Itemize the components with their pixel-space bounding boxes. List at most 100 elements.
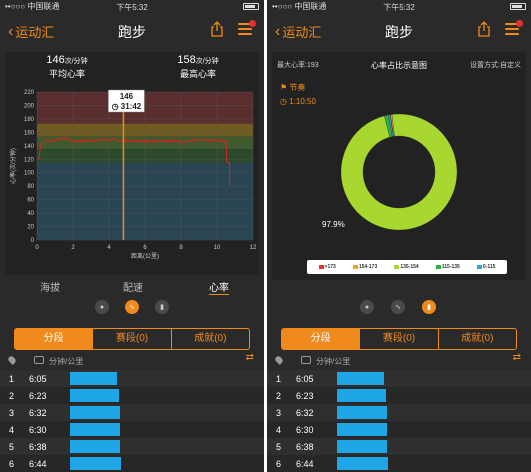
max-hr-unit: 次/分钟 <box>195 58 219 65</box>
segment-tab-splits[interactable]: 分段 <box>15 329 93 349</box>
split-list: 1 6:05 2 6:23 3 6:32 4 6:30 5 6:38 6 6:44 <box>0 370 264 472</box>
table-row: 3 6:32 <box>0 404 264 421</box>
pace-unit-label: 分钟/公里 <box>316 357 351 366</box>
sort-swap-icon[interactable]: ⇄ <box>513 353 521 363</box>
legend-item: 0-115 <box>476 264 496 270</box>
y-tick-label: 0 <box>31 238 35 244</box>
legend-label: 0-115 <box>482 264 496 270</box>
tab-pace[interactable]: 配速 <box>123 279 143 294</box>
row-pace: 6:44 <box>29 459 47 469</box>
pace-unit-label: 分钟/公里 <box>49 357 84 366</box>
menu-icon[interactable] <box>238 20 256 35</box>
y-tick-label: 140 <box>24 144 35 150</box>
clock-label: 下午5:32 <box>383 3 415 12</box>
status-bar: ••○○○ 中国联通 下午5:32 <box>267 0 531 13</box>
max-hr-value: 158 <box>177 54 196 66</box>
legend-item: >173 <box>318 264 336 270</box>
row-index: 2 <box>9 391 15 401</box>
legend-label: 154-173 <box>358 264 378 270</box>
tab-altitude[interactable]: 海拔 <box>40 279 60 294</box>
legend-item: 135-154 <box>394 264 419 270</box>
split-list: 1 6:05 2 6:23 3 6:32 4 6:30 5 6:38 6 6:44 <box>267 370 531 472</box>
segment-tab-splits[interactable]: 分段 <box>282 329 360 349</box>
location-view-icon[interactable]: ● <box>360 300 374 314</box>
y-tick-label: 100 <box>24 171 35 177</box>
segment-tab-achievements[interactable]: 成就(0) <box>170 329 249 349</box>
share-icon[interactable] <box>477 21 491 37</box>
line-chart-view-icon[interactable]: ∿ <box>125 300 139 314</box>
metric-tabs: 海拔 配速 心率 <box>0 279 264 295</box>
table-row: 1 6:05 <box>0 370 264 387</box>
stopwatch-icon <box>34 356 44 364</box>
pace-bar <box>70 423 120 436</box>
pace-bar <box>70 389 119 402</box>
table-row: 4 6:30 <box>267 421 531 438</box>
battery-group <box>510 3 526 10</box>
y-tick-label: 60 <box>27 198 34 204</box>
x-tick-label: 0 <box>35 245 39 251</box>
pace-bar <box>70 406 120 419</box>
legend-item: 115-135 <box>435 264 460 270</box>
battery-icon <box>510 3 526 10</box>
heart-rate-pie-screen: ••○○○ 中国联通 下午5:32 ‹ 运动汇 跑步 最大心率:193 心率占比示… <box>267 0 531 472</box>
segment-tab-races[interactable]: 赛段(0) <box>92 329 170 349</box>
heart-rate-donut: 97.9% <box>322 113 458 231</box>
x-tick-label: 12 <box>250 245 257 251</box>
screenshot-pair: ••○○○ 中国联通 下午5:32 ‹ 运动汇 跑步 146次/分钟 平均心率 1… <box>0 0 531 472</box>
legend-label: 135-154 <box>400 264 419 270</box>
pie-legend: >173 154-173 135-154 115-135 0-115 <box>307 260 507 274</box>
table-row: 6 6:44 <box>0 455 264 472</box>
legend-label: 115-135 <box>441 264 460 270</box>
row-index: 4 <box>276 425 282 435</box>
legend-swatch <box>435 265 441 269</box>
pin-icon <box>274 355 284 365</box>
legend-swatch <box>394 265 400 269</box>
max-hr-label: 最高心率 <box>179 69 216 79</box>
tab-heart-rate[interactable]: 心率 <box>209 279 229 295</box>
avg-hr-label: 平均心率 <box>48 69 85 79</box>
pace-bar <box>337 389 386 402</box>
row-pace: 6:23 <box>296 391 314 401</box>
battery-group <box>243 3 259 10</box>
location-view-icon[interactable]: ● <box>95 300 109 314</box>
x-tick-label: 8 <box>179 245 183 251</box>
cursor-tooltip-value: 146 <box>120 92 134 101</box>
notification-dot <box>249 20 256 27</box>
segment-tab-races[interactable]: 赛段(0) <box>359 329 437 349</box>
row-index: 1 <box>276 374 282 384</box>
row-index: 5 <box>9 442 15 452</box>
view-toggle-row: ● ∿ ▮ <box>267 300 531 316</box>
table-row: 5 6:38 <box>0 438 264 455</box>
table-row: 3 6:32 <box>267 404 531 421</box>
legend-swatch <box>318 265 324 269</box>
table-row: 2 6:23 <box>267 387 531 404</box>
legend-item: 154-173 <box>352 264 378 270</box>
row-index: 6 <box>276 459 282 469</box>
table-row: 1 6:05 <box>267 370 531 387</box>
row-index: 5 <box>276 442 282 452</box>
row-index: 6 <box>9 459 15 469</box>
setting-mode-label[interactable]: 设置方式:自定义 <box>470 60 521 70</box>
y-tick-label: 40 <box>27 211 34 217</box>
line-chart-view-icon[interactable]: ∿ <box>391 300 405 314</box>
page-title: 跑步 <box>385 24 413 40</box>
share-icon[interactable] <box>210 21 224 37</box>
donut-percent-label: 97.9% <box>322 220 345 229</box>
sort-swap-icon[interactable]: ⇄ <box>246 353 254 363</box>
pace-bar <box>337 440 387 453</box>
table-row: 2 6:23 <box>0 387 264 404</box>
table-row: 4 6:30 <box>0 421 264 438</box>
avg-hr-stat: 146次/分钟 平均心率 <box>17 54 117 80</box>
segment-tab-achievements[interactable]: 成就(0) <box>437 329 516 349</box>
heart-rate-chart[interactable]: 0 20 40 60 80 100 120 140 160 180 200 220 0 2 4 6 8 10 12 1… <box>5 82 259 275</box>
row-index: 3 <box>9 408 15 418</box>
y-tick-label: 80 <box>27 184 34 190</box>
bar-chart-view-icon[interactable]: ▮ <box>155 300 169 314</box>
pace-bar <box>337 457 388 470</box>
menu-icon[interactable] <box>505 20 523 35</box>
view-toggle-row: ● ∿ ▮ <box>0 300 264 316</box>
pie-header: 最大心率:193 心率占比示意图 设置方式:自定义 <box>277 60 521 70</box>
bar-chart-view-icon[interactable]: ▮ <box>422 300 436 314</box>
y-tick-label: 120 <box>24 157 35 163</box>
x-tick-label: 6 <box>143 245 147 251</box>
